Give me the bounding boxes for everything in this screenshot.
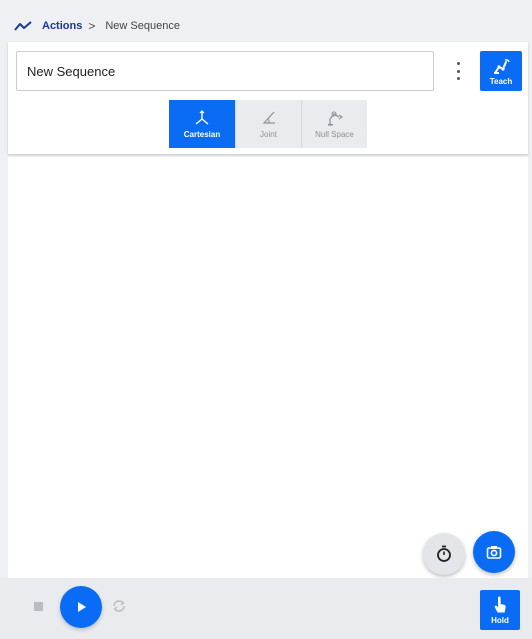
mode-null-space-label: Null Space	[315, 129, 354, 139]
robot-arm-icon	[494, 58, 510, 74]
mode-joint-label: Joint	[260, 129, 277, 139]
sequence-canvas[interactable]	[8, 157, 528, 578]
teach-button[interactable]: Teach	[480, 51, 522, 91]
more-vertical-icon[interactable]	[452, 62, 464, 80]
playback-bar: Hold	[0, 578, 532, 639]
play-icon	[78, 602, 86, 612]
motion-mode-group: Cartesian Joint Null Space	[169, 100, 367, 148]
camera-icon	[486, 546, 502, 559]
axes-icon	[195, 109, 209, 125]
breadcrumb-current: New Sequence	[105, 20, 180, 32]
hold-label: Hold	[491, 615, 509, 625]
mode-null-space-button[interactable]: Null Space	[301, 100, 367, 148]
teach-label: Teach	[489, 76, 513, 86]
hand-pointer-icon	[494, 596, 506, 612]
stop-icon[interactable]	[34, 602, 43, 611]
breadcrumb-separator: >	[88, 19, 96, 33]
hold-button[interactable]: Hold	[480, 590, 520, 630]
mode-joint-button[interactable]: Joint	[235, 100, 301, 148]
mode-cartesian-label: Cartesian	[183, 129, 221, 139]
sequence-name-input[interactable]	[16, 51, 434, 91]
breadcrumb-actions-link[interactable]: Actions	[42, 20, 82, 32]
trend-line-icon	[14, 19, 32, 33]
angle-icon	[262, 111, 275, 124]
breadcrumb: Actions > New Sequence	[0, 10, 532, 42]
sequence-header-panel: Teach Cartesian Joint	[8, 42, 528, 154]
robot-arm-outline-icon	[327, 110, 343, 126]
stopwatch-icon	[437, 545, 451, 562]
mode-cartesian-button[interactable]: Cartesian	[169, 100, 235, 148]
play-button[interactable]	[60, 586, 102, 628]
timer-button[interactable]	[423, 533, 465, 575]
camera-button[interactable]	[473, 531, 515, 573]
loop-icon[interactable]	[111, 598, 127, 614]
